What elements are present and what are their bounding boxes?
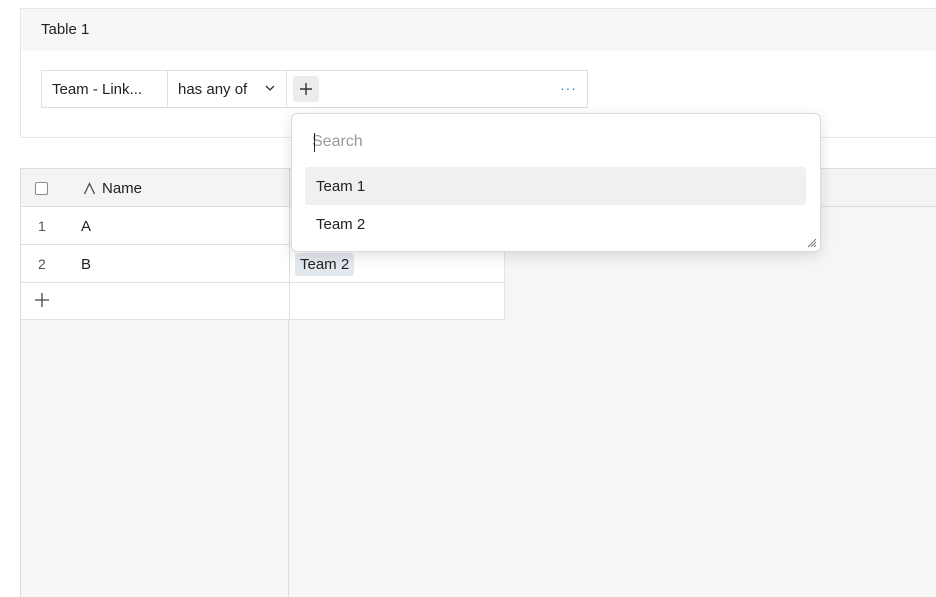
table-title: Table 1 [41,21,90,38]
add-row[interactable] [21,283,505,320]
add-filter-value-button[interactable] [293,76,319,102]
filter-row: Team - Link... has any of ··· [41,70,588,108]
plus-icon [300,83,312,95]
option-team-2[interactable]: Team 2 [305,205,806,243]
option-team-1[interactable]: Team 1 [305,167,806,205]
filter-more-button[interactable]: ··· [560,80,577,96]
filter-operator-label: has any of [178,80,248,98]
name-cell[interactable]: B [81,256,91,273]
filter-operator-select[interactable]: has any of [168,71,287,107]
text-caret [314,133,315,152]
column-header-name-label: Name [102,180,143,197]
table-title-bar: Table 1 [20,8,936,51]
filter-field-select[interactable]: Team - Link... [42,71,168,107]
text-field-icon [83,182,96,195]
row-number: 2 [38,256,46,272]
search-input[interactable] [312,130,802,154]
team-options-dropdown: Team 1 Team 2 [291,113,821,252]
resize-handle-icon[interactable] [805,236,817,248]
team-link-chip[interactable]: Team 2 [295,253,355,276]
filter-value-area[interactable]: ··· [287,71,587,107]
select-all-checkbox[interactable] [35,182,48,195]
cell-separator [289,245,290,282]
column-header-name[interactable]: Name [83,180,142,197]
row-number: 1 [38,218,46,234]
grid-body: 1 A 2 B Team 2 [20,207,936,597]
plus-icon[interactable] [34,292,50,308]
cell-separator [504,283,505,319]
cell-separator [289,283,290,319]
cell-separator [289,207,290,244]
name-cell[interactable]: A [81,218,91,235]
column-separator[interactable] [289,169,290,208]
chevron-down-icon [264,81,276,98]
